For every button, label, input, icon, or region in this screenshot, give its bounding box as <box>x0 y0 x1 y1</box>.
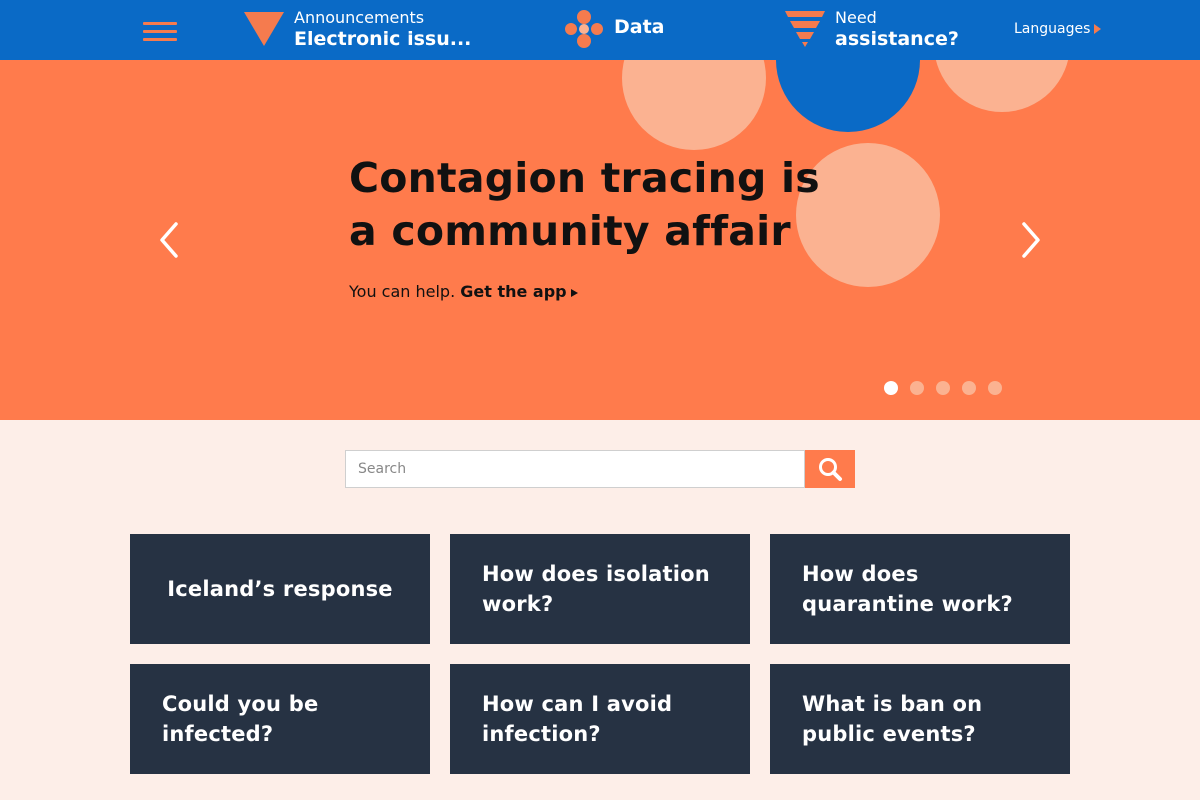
topic-card[interactable]: Could you be infected? <box>130 664 430 774</box>
announcements-link[interactable]: Announcements Electronic issu... <box>244 0 474 60</box>
assistance-link[interactable]: Need assistance? <box>785 0 965 60</box>
languages-button[interactable]: Languages <box>1014 21 1102 37</box>
search-bar <box>345 450 855 488</box>
search-input[interactable] <box>345 450 805 488</box>
topic-card-label: How can I avoid infection? <box>482 692 673 746</box>
search-icon <box>819 458 842 481</box>
topic-card-label: Could you be infected? <box>162 692 319 746</box>
topic-card[interactable]: What is ban on public events? <box>770 664 1070 774</box>
get-app-label: Get the app <box>460 282 567 301</box>
hero-title: Contagion tracing is a community affair <box>349 154 820 255</box>
hero-carousel: Contagion tracing is a community affair … <box>0 60 1200 420</box>
chevron-left-icon[interactable] <box>154 218 184 262</box>
announcements-label: Announcements <box>294 8 425 27</box>
site-header: Announcements Electronic issu... Data Ne… <box>0 0 1200 60</box>
topic-card-label: How does quarantine work? <box>802 562 1013 616</box>
topic-card[interactable]: How does isolation work? <box>450 534 750 644</box>
decor-circle <box>776 60 920 132</box>
decor-circle <box>934 60 1070 112</box>
carousel-pagination <box>884 381 1002 395</box>
topic-card[interactable]: Iceland’s response <box>130 534 430 644</box>
languages-label: Languages <box>1014 21 1091 37</box>
data-link[interactable]: Data <box>564 0 674 60</box>
announcements-triangle-icon <box>244 12 284 46</box>
decor-circle <box>622 60 766 150</box>
play-arrow-icon <box>570 288 578 297</box>
get-app-link[interactable]: Get the app <box>460 282 578 301</box>
carousel-dot[interactable] <box>988 381 1002 395</box>
caret-right-icon <box>1094 24 1102 34</box>
assistance-title: assistance? <box>835 28 959 50</box>
announcements-title: Electronic issu... <box>294 28 472 50</box>
search-button[interactable] <box>805 450 855 488</box>
hero-subtitle: You can help. Get the app <box>349 282 578 301</box>
chevron-right-icon[interactable] <box>1016 218 1046 262</box>
topic-card[interactable]: How does quarantine work? <box>770 534 1070 644</box>
topic-card-label: Iceland’s response <box>167 577 393 601</box>
carousel-dot[interactable] <box>884 381 898 395</box>
carousel-dot[interactable] <box>910 381 924 395</box>
assistance-label: Need <box>835 8 877 27</box>
hero-subtitle-text: You can help. <box>349 282 456 301</box>
topic-card[interactable]: How can I avoid infection? <box>450 664 750 774</box>
topic-card-label: What is ban on public events? <box>802 692 983 746</box>
menu-icon[interactable] <box>143 22 177 42</box>
funnel-triangle-icon <box>785 11 825 47</box>
data-label: Data <box>614 16 665 38</box>
carousel-dot[interactable] <box>936 381 950 395</box>
data-dots-icon <box>565 10 603 48</box>
carousel-dot[interactable] <box>962 381 976 395</box>
topic-card-label: How does isolation work? <box>482 562 710 616</box>
